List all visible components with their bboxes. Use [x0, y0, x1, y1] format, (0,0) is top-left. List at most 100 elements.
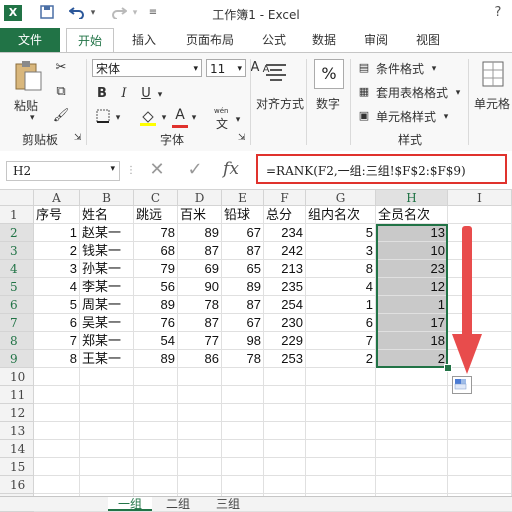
cells-button[interactable]: 单元格: [474, 95, 510, 112]
data-cell[interactable]: 87: [222, 242, 264, 260]
data-cell[interactable]: 86: [178, 350, 222, 368]
row-header[interactable]: 6: [0, 296, 34, 314]
header-cell[interactable]: [448, 206, 512, 224]
cancel-icon[interactable]: ✕: [146, 159, 168, 181]
data-cell[interactable]: [306, 386, 376, 404]
data-cell[interactable]: 78: [134, 224, 178, 242]
worksheet-grid[interactable]: A B C D E F G H I 1 序号 姓名 跳远 百米 铅球 总分 组内名次 全员名次 2 1 赵某一 78 89 6…: [0, 190, 512, 512]
data-cell[interactable]: 8: [34, 350, 80, 368]
row-header[interactable]: 11: [0, 386, 34, 404]
data-cell[interactable]: 229: [264, 332, 306, 350]
data-cell[interactable]: 23: [376, 260, 448, 278]
header-cell[interactable]: 百米: [178, 206, 222, 224]
grow-font-icon[interactable]: A: [250, 59, 260, 77]
data-cell[interactable]: 254: [264, 296, 306, 314]
row-header[interactable]: 16: [0, 476, 34, 494]
data-cell[interactable]: [306, 458, 376, 476]
number-button[interactable]: 数字: [316, 95, 340, 112]
data-cell[interactable]: [80, 368, 134, 386]
data-cell[interactable]: 87: [222, 296, 264, 314]
data-cell[interactable]: [222, 440, 264, 458]
data-cell[interactable]: 89: [222, 278, 264, 296]
data-cell[interactable]: 7: [306, 332, 376, 350]
row-header[interactable]: 7: [0, 314, 34, 332]
data-cell[interactable]: 4: [34, 278, 80, 296]
data-cell[interactable]: [134, 422, 178, 440]
data-cell[interactable]: [178, 440, 222, 458]
enter-icon[interactable]: ✓: [184, 159, 206, 181]
formula-input[interactable]: =RANK(F2,一组:三组!$F$2:$F$9): [256, 154, 507, 184]
data-cell[interactable]: [306, 404, 376, 422]
italic-button[interactable]: I: [116, 85, 132, 103]
data-cell[interactable]: [34, 458, 80, 476]
data-cell[interactable]: 钱某一: [80, 242, 134, 260]
cell-styles-dropdown-icon[interactable]: ▾: [442, 108, 450, 126]
data-cell[interactable]: [178, 386, 222, 404]
data-cell[interactable]: [80, 386, 134, 404]
data-cell[interactable]: 89: [178, 224, 222, 242]
data-cell[interactable]: 65: [222, 260, 264, 278]
data-cell[interactable]: 67: [222, 314, 264, 332]
align-icon[interactable]: [262, 59, 292, 89]
data-cell[interactable]: 18: [376, 332, 448, 350]
conditional-format-dropdown-icon[interactable]: ▾: [430, 60, 438, 78]
tab-page-layout[interactable]: 页面布局: [178, 28, 242, 52]
data-cell[interactable]: 1: [306, 296, 376, 314]
data-cell[interactable]: [222, 404, 264, 422]
column-header[interactable]: I: [448, 190, 512, 206]
underline-dropdown-icon[interactable]: ▾: [156, 86, 164, 104]
tab-insert[interactable]: 插入: [122, 28, 166, 52]
alignment-button[interactable]: 对齐方式: [256, 95, 304, 112]
fill-handle[interactable]: [444, 364, 452, 372]
data-cell[interactable]: [134, 368, 178, 386]
data-cell[interactable]: 6: [306, 314, 376, 332]
data-cell[interactable]: 56: [134, 278, 178, 296]
row-header[interactable]: 12: [0, 404, 34, 422]
data-cell[interactable]: [376, 422, 448, 440]
header-cell[interactable]: 铅球: [222, 206, 264, 224]
data-cell[interactable]: 吴某一: [80, 314, 134, 332]
underline-button[interactable]: U: [138, 85, 154, 103]
data-cell[interactable]: 76: [134, 314, 178, 332]
header-cell[interactable]: 姓名: [80, 206, 134, 224]
data-cell[interactable]: [376, 440, 448, 458]
sheet-tab-group3[interactable]: 三组: [206, 497, 250, 511]
column-header[interactable]: C: [134, 190, 178, 206]
sheet-tab-group1[interactable]: 一组: [108, 497, 152, 511]
column-header[interactable]: A: [34, 190, 80, 206]
format-as-table-button[interactable]: 套用表格格式: [376, 84, 448, 101]
row-header[interactable]: 4: [0, 260, 34, 278]
data-cell[interactable]: [222, 422, 264, 440]
data-cell[interactable]: 242: [264, 242, 306, 260]
header-cell[interactable]: 跳远: [134, 206, 178, 224]
column-header[interactable]: F: [264, 190, 306, 206]
data-cell[interactable]: 54: [134, 332, 178, 350]
data-cell[interactable]: 253: [264, 350, 306, 368]
data-cell[interactable]: 230: [264, 314, 306, 332]
data-cell[interactable]: [134, 440, 178, 458]
data-cell[interactable]: [306, 440, 376, 458]
data-cell[interactable]: [134, 458, 178, 476]
data-cell[interactable]: 周某一: [80, 296, 134, 314]
data-cell[interactable]: 69: [178, 260, 222, 278]
select-all-corner[interactable]: [0, 190, 34, 206]
header-cell[interactable]: 组内名次: [306, 206, 376, 224]
data-cell[interactable]: [376, 368, 448, 386]
data-cell[interactable]: 7: [34, 332, 80, 350]
data-cell[interactable]: [448, 422, 512, 440]
paste-dropdown-icon[interactable]: ▾: [30, 113, 35, 123]
font-name-select[interactable]: 宋体 ▾: [92, 59, 202, 77]
column-header[interactable]: E: [222, 190, 264, 206]
fill-color-icon[interactable]: [138, 108, 158, 126]
row-header[interactable]: 3: [0, 242, 34, 260]
row-header[interactable]: 13: [0, 422, 34, 440]
data-cell[interactable]: 67: [222, 224, 264, 242]
data-cell[interactable]: [134, 476, 178, 494]
format-as-table-dropdown-icon[interactable]: ▾: [454, 84, 462, 102]
conditional-format-button[interactable]: 条件格式: [376, 60, 424, 77]
column-header[interactable]: G: [306, 190, 376, 206]
data-cell[interactable]: 17: [376, 314, 448, 332]
font-launcher-icon[interactable]: ⇲: [238, 133, 246, 143]
row-header[interactable]: 2: [0, 224, 34, 242]
data-cell[interactable]: 235: [264, 278, 306, 296]
